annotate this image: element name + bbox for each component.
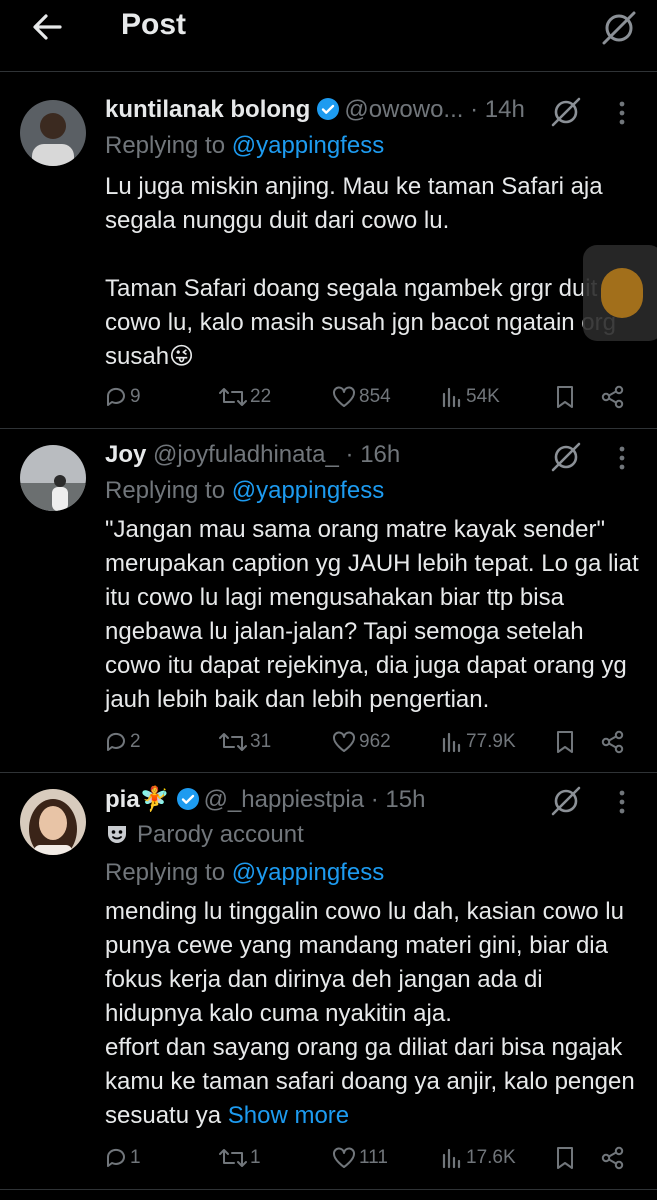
page-title: Post <box>121 8 187 41</box>
verified-badge-icon <box>316 97 340 121</box>
bookmark-button[interactable] <box>553 1141 577 1175</box>
reply-icon <box>106 732 125 751</box>
replying-to: Replying to @yappingfess <box>105 477 385 504</box>
grok-icon[interactable] <box>599 8 639 48</box>
divider <box>0 71 657 72</box>
action-bar: 9 22 854 54K <box>0 380 657 414</box>
bookmark-button[interactable] <box>553 380 577 414</box>
handle[interactable]: @owowo... <box>344 96 463 123</box>
grok-icon[interactable] <box>548 94 584 130</box>
reply-count: 2 <box>130 731 141 752</box>
reply-button[interactable]: 9 <box>104 380 141 414</box>
reply-paragraph: mending lu tinggalin cowo lu dah, kasian… <box>105 898 635 1129</box>
handle[interactable]: @_happiestpia <box>204 786 364 813</box>
mention-link[interactable]: @yappingfess <box>232 477 384 504</box>
views-button[interactable]: 77.9K <box>440 725 516 759</box>
replying-to: Replying to @yappingfess <box>105 859 385 886</box>
reply-item[interactable]: kuntilanak bolong @owowo... · 14h Replyin… <box>0 84 657 428</box>
bookmark-button[interactable] <box>553 725 577 759</box>
avatar[interactable] <box>20 100 86 166</box>
action-bar: 2 31 962 77.9K <box>0 725 657 759</box>
timestamp[interactable]: · 14h <box>470 96 525 123</box>
analytics-icon <box>442 732 461 753</box>
share-button[interactable] <box>600 725 626 759</box>
timestamp[interactable]: · 16h <box>346 441 401 468</box>
repost-button[interactable]: 31 <box>218 725 271 759</box>
display-name[interactable]: pia🧚 <box>105 786 170 813</box>
display-name[interactable]: kuntilanak bolong <box>105 96 310 123</box>
view-count: 17.6K <box>466 1147 516 1168</box>
view-count: 77.9K <box>466 731 516 752</box>
back-arrow-icon[interactable] <box>26 10 70 44</box>
repost-icon <box>219 733 247 751</box>
avatar[interactable] <box>20 445 86 511</box>
timestamp[interactable]: · 15h <box>371 786 426 813</box>
like-button[interactable]: 111 <box>331 1141 388 1175</box>
reply-button[interactable]: 2 <box>104 725 141 759</box>
like-button[interactable]: 854 <box>331 380 391 414</box>
heart-icon <box>333 1147 355 1168</box>
grok-icon[interactable] <box>548 439 584 475</box>
mention-link[interactable]: @yappingfess <box>232 132 384 159</box>
heart-icon <box>333 386 355 407</box>
verified-badge-icon <box>176 787 200 811</box>
like-count: 854 <box>359 386 391 407</box>
analytics-icon <box>442 1148 461 1169</box>
reply-count: 1 <box>130 1147 141 1168</box>
reply-icon <box>106 387 125 406</box>
like-button[interactable]: 962 <box>331 725 391 759</box>
replying-to: Replying to @yappingfess <box>105 132 385 159</box>
grok-icon[interactable] <box>548 783 584 819</box>
divider <box>0 1189 657 1190</box>
handle[interactable]: @joyfuladhinata_ <box>153 441 339 468</box>
share-icon <box>601 385 624 409</box>
reply-item[interactable]: Joy @joyfuladhinata_ · 16h Replying to @… <box>0 429 657 772</box>
reply-text: mending lu tinggalin cowo lu dah, kasian… <box>105 895 645 1133</box>
share-icon <box>601 730 624 754</box>
reply-count: 9 <box>130 386 141 407</box>
repost-icon <box>219 1149 247 1167</box>
views-button[interactable]: 17.6K <box>440 1141 516 1175</box>
views-button[interactable]: 54K <box>440 380 500 414</box>
repost-count: 1 <box>250 1147 261 1168</box>
scroll-handle-knob[interactable] <box>601 268 643 318</box>
heart-icon <box>333 731 355 752</box>
bookmark-icon <box>557 731 573 753</box>
reply-item[interactable]: pia🧚 @_happiestpia · 15h Parody account R… <box>0 773 657 1189</box>
show-more-link[interactable]: Show more <box>228 1102 349 1129</box>
top-bar: Post <box>0 0 657 70</box>
view-count: 54K <box>466 386 500 407</box>
repost-button[interactable]: 22 <box>218 380 271 414</box>
display-name[interactable]: Joy <box>105 441 146 468</box>
action-bar: 1 1 111 17.6K <box>0 1141 657 1175</box>
like-count: 111 <box>359 1147 388 1168</box>
reply-paragraph: Lu juga miskin anjing. Mau ke taman Safa… <box>105 173 610 234</box>
bookmark-icon <box>557 386 573 408</box>
reply-icon <box>106 1148 125 1167</box>
theater-mask-icon <box>105 822 129 846</box>
analytics-icon <box>442 387 461 408</box>
share-button[interactable] <box>600 380 626 414</box>
more-options-icon[interactable] <box>610 443 634 473</box>
like-count: 962 <box>359 731 391 752</box>
mention-link[interactable]: @yappingfess <box>232 859 384 886</box>
repost-icon <box>219 388 247 406</box>
repost-count: 31 <box>250 731 272 752</box>
repost-count: 22 <box>250 386 272 407</box>
reply-button[interactable]: 1 <box>104 1141 141 1175</box>
share-icon <box>601 1146 624 1170</box>
parody-account-label: Parody account <box>105 821 304 849</box>
more-options-icon[interactable] <box>610 98 634 128</box>
reply-text: Lu juga miskin anjing. Mau ke taman Safa… <box>105 170 645 374</box>
bookmark-icon <box>557 1147 573 1169</box>
reply-paragraph: "Jangan mau sama orang matre kayak sende… <box>105 516 646 713</box>
repost-button[interactable]: 1 <box>218 1141 261 1175</box>
reply-text: "Jangan mau sama orang matre kayak sende… <box>105 513 645 717</box>
share-button[interactable] <box>600 1141 626 1175</box>
reply-paragraph: Taman Safari doang segala ngambek grgr d… <box>105 275 616 370</box>
more-options-icon[interactable] <box>610 787 634 817</box>
avatar[interactable] <box>20 789 86 855</box>
